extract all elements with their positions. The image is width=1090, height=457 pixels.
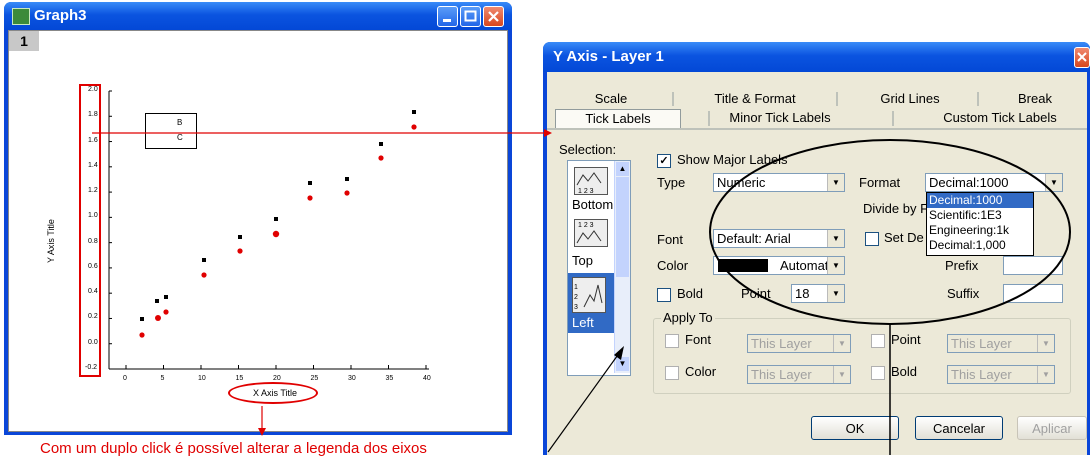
annotation-text: Com um duplo click é possível alterar a … [40, 440, 427, 457]
annotation-overlay [92, 129, 1071, 455]
